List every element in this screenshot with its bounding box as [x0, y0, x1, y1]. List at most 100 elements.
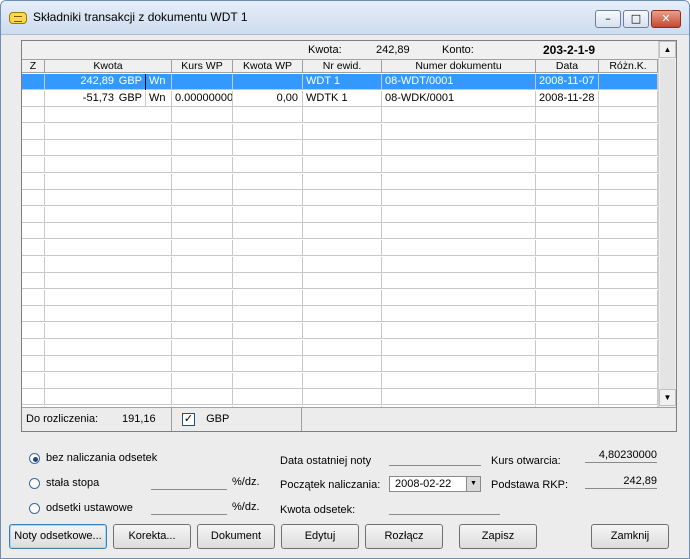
cell-kwota[interactable]: [45, 323, 172, 339]
cell-data[interactable]: 2008-11-28: [536, 90, 599, 107]
cell-z[interactable]: [22, 339, 45, 356]
cell-kwota[interactable]: [45, 372, 172, 389]
edytuj-button[interactable]: Edytuj: [281, 524, 359, 549]
cell-kwota-wp[interactable]: [233, 140, 303, 157]
start-date-combo[interactable]: 2008-02-22 ▼: [389, 476, 481, 492]
cell-numer-dokumentu[interactable]: [382, 273, 536, 290]
cell-kwota[interactable]: [45, 190, 172, 207]
cell-rozn-k[interactable]: [599, 190, 658, 207]
cell-kurs-wp[interactable]: [172, 356, 233, 373]
cell-kwota[interactable]: [45, 256, 172, 273]
cell-kwota-wp[interactable]: [233, 123, 303, 140]
empty-table-row[interactable]: [22, 306, 658, 323]
cell-rozn-k[interactable]: [599, 173, 658, 190]
cell-kwota[interactable]: 242,89 GBP Wn: [45, 74, 172, 90]
cell-kwota-wp[interactable]: [233, 323, 303, 339]
cell-data[interactable]: [536, 389, 599, 406]
interest-amount-field[interactable]: [389, 501, 500, 515]
column-header-kurs-wp[interactable]: Kurs WP: [172, 60, 233, 73]
cell-data[interactable]: [536, 339, 599, 356]
cell-data[interactable]: 2008-11-07: [536, 74, 599, 90]
cell-z[interactable]: [22, 356, 45, 373]
cell-data[interactable]: [536, 323, 599, 339]
cell-data[interactable]: [536, 256, 599, 273]
vertical-scrollbar[interactable]: ▲ ▼: [658, 41, 676, 407]
cell-kwota-wp[interactable]: [233, 240, 303, 256]
cell-data[interactable]: [536, 157, 599, 173]
empty-table-row[interactable]: [22, 339, 658, 356]
cell-kwota-wp[interactable]: [233, 273, 303, 290]
radio-no-interest-row[interactable]: bez naliczania odsetek: [29, 452, 157, 468]
cell-kurs-wp[interactable]: [172, 206, 233, 223]
cell-rozn-k[interactable]: [599, 206, 658, 223]
cell-nr-ewid[interactable]: [303, 339, 382, 356]
cell-rozn-k[interactable]: [599, 140, 658, 157]
cell-numer-dokumentu[interactable]: [382, 306, 536, 323]
empty-table-row[interactable]: [22, 157, 658, 173]
cell-nr-ewid[interactable]: [303, 323, 382, 339]
cell-kurs-wp[interactable]: [172, 140, 233, 157]
cell-rozn-k[interactable]: [599, 223, 658, 240]
cell-z[interactable]: [22, 123, 45, 140]
cell-data[interactable]: [536, 223, 599, 240]
cell-kwota-wp[interactable]: [233, 206, 303, 223]
cell-nr-ewid[interactable]: [303, 190, 382, 207]
cell-numer-dokumentu[interactable]: [382, 389, 536, 406]
statutory-input[interactable]: [151, 501, 227, 515]
cell-kwota[interactable]: [45, 306, 172, 323]
radio-fixed-rate[interactable]: [29, 477, 40, 489]
noty-odsetkowe-button[interactable]: Noty odsetkowe...: [9, 524, 107, 549]
cell-data[interactable]: [536, 123, 599, 140]
cell-kwota-wp[interactable]: [233, 223, 303, 240]
title-bar[interactable]: Składniki transakcji z dokumentu WDT 1 –…: [1, 1, 689, 35]
cell-data[interactable]: [536, 356, 599, 373]
korekta-button[interactable]: Korekta...: [113, 524, 191, 549]
column-header-numer-dokumentu[interactable]: Numer dokumentu: [382, 60, 536, 73]
radio-fixed-rate-row[interactable]: stała stopa: [29, 477, 99, 493]
column-header-nr-ewid[interactable]: Nr ewid.: [303, 60, 382, 73]
cell-kwota-wp[interactable]: 0,00: [233, 90, 303, 107]
empty-table-row[interactable]: [22, 323, 658, 339]
cell-kwota-wp[interactable]: [233, 389, 303, 406]
cell-numer-dokumentu[interactable]: [382, 356, 536, 373]
table-row[interactable]: -51,73 GBP Wn 0.00000000 0,00 WDTK 1 08-WDK/00…: [22, 90, 658, 107]
cell-kurs-wp[interactable]: [172, 173, 233, 190]
cell-nr-ewid[interactable]: [303, 157, 382, 173]
column-header-kwota-wp[interactable]: Kwota WP: [233, 60, 303, 73]
cell-numer-dokumentu[interactable]: [382, 140, 536, 157]
empty-table-row[interactable]: [22, 190, 658, 207]
cell-z[interactable]: [22, 323, 45, 339]
cell-data[interactable]: [536, 206, 599, 223]
cell-z[interactable]: [22, 306, 45, 323]
empty-table-row[interactable]: [22, 389, 658, 406]
cell-z[interactable]: [22, 256, 45, 273]
cell-kurs-wp[interactable]: [172, 107, 233, 124]
cell-numer-dokumentu[interactable]: [382, 339, 536, 356]
chevron-down-icon[interactable]: ▼: [466, 477, 480, 491]
cell-kwota-wp[interactable]: [233, 256, 303, 273]
cell-z[interactable]: [22, 206, 45, 223]
empty-table-row[interactable]: [22, 356, 658, 373]
cell-nr-ewid[interactable]: [303, 140, 382, 157]
cell-kurs-wp[interactable]: [172, 123, 233, 140]
cell-data[interactable]: [536, 273, 599, 290]
empty-table-row[interactable]: [22, 173, 658, 190]
cell-rozn-k[interactable]: [599, 123, 658, 140]
cell-numer-dokumentu[interactable]: 08-WDT/0001: [382, 74, 536, 90]
minimize-button[interactable]: –: [595, 10, 621, 28]
cell-nr-ewid[interactable]: [303, 256, 382, 273]
cell-kurs-wp[interactable]: [172, 289, 233, 306]
cell-data[interactable]: [536, 190, 599, 207]
cell-rozn-k[interactable]: [599, 323, 658, 339]
cell-z[interactable]: [22, 190, 45, 207]
cell-data[interactable]: [536, 372, 599, 389]
maximize-button[interactable]: □: [623, 10, 649, 28]
cell-kwota[interactable]: [45, 389, 172, 406]
cell-rozn-k[interactable]: [599, 356, 658, 373]
last-note-date-field[interactable]: [389, 452, 481, 466]
cell-nr-ewid[interactable]: [303, 173, 382, 190]
empty-table-row[interactable]: [22, 273, 658, 290]
cell-nr-ewid[interactable]: WDTK 1: [303, 90, 382, 107]
cell-numer-dokumentu[interactable]: [382, 107, 536, 124]
cell-numer-dokumentu[interactable]: [382, 173, 536, 190]
